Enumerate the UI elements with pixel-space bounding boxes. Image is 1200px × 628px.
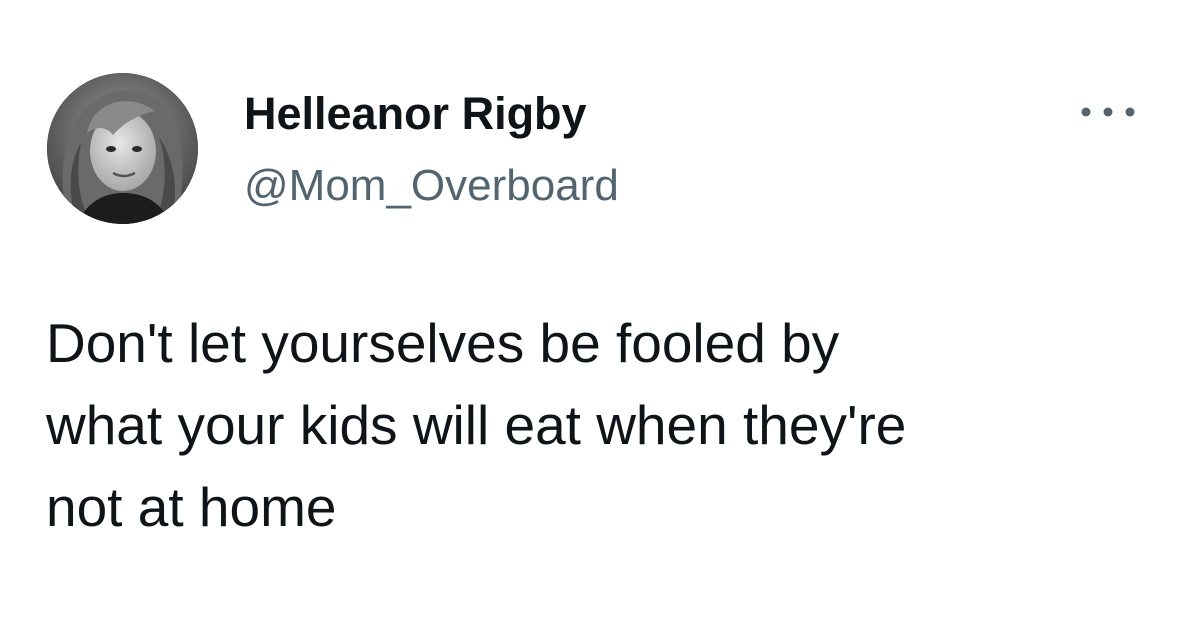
tweet-text: Don't let yourselves be fooled by what y… — [46, 302, 1156, 548]
display-name[interactable]: Helleanor Rigby — [244, 86, 587, 142]
tweet-text-line: not at home — [46, 476, 337, 538]
avatar-photo-icon — [47, 73, 198, 224]
tweet-text-line: what your kids will eat when they're — [46, 394, 907, 456]
user-handle[interactable]: @Mom_Overboard — [244, 158, 619, 214]
tweet-text-line: Don't let yourselves be fooled by — [46, 312, 840, 374]
avatar[interactable] — [47, 73, 198, 224]
more-horizontal-icon — [1081, 107, 1135, 117]
more-options-button[interactable] — [1072, 92, 1144, 132]
tweet-card: Helleanor Rigby @Mom_Overboard Don't let… — [0, 0, 1200, 628]
